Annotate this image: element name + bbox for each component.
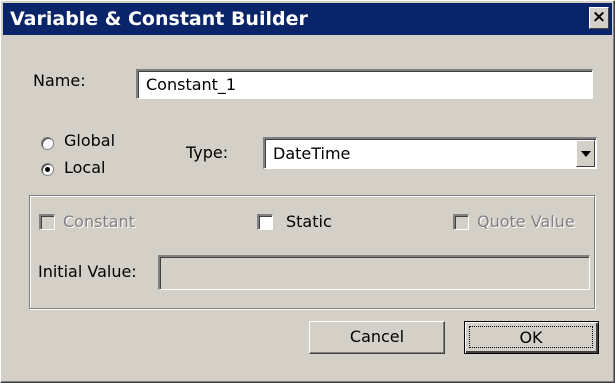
ok-focus-rect: OK [469, 326, 593, 348]
constant-checkbox [39, 214, 55, 230]
radio-global-label[interactable]: Global [64, 131, 115, 150]
type-label: Type: [186, 143, 229, 162]
quote-value-label: Quote Value [477, 212, 575, 231]
close-icon: × [591, 7, 607, 27]
initial-value-input [158, 255, 590, 290]
radio-local-label[interactable]: Local [64, 158, 105, 177]
radio-global-circle[interactable] [41, 137, 54, 150]
type-select[interactable]: DateTime [263, 137, 597, 169]
dropdown-button[interactable] [576, 140, 595, 167]
initial-value-label: Initial Value: [38, 262, 137, 281]
name-input[interactable]: Constant_1 [136, 69, 593, 99]
radio-selected-dot [45, 167, 50, 172]
static-label[interactable]: Static [286, 212, 332, 231]
chevron-down-icon [581, 151, 591, 157]
type-select-value: DateTime [273, 144, 351, 163]
static-checkbox[interactable] [257, 214, 273, 230]
dialog-window: Variable & Constant Builder × Name: Cons… [0, 0, 615, 383]
close-button[interactable]: × [589, 7, 609, 29]
name-label: Name: [33, 71, 86, 90]
radio-local-circle[interactable] [41, 163, 54, 176]
ok-button[interactable]: OK [464, 321, 599, 354]
constant-label: Constant [63, 212, 135, 231]
window-title: Variable & Constant Builder [10, 8, 308, 30]
title-bar[interactable]: Variable & Constant Builder × [3, 3, 612, 35]
cancel-button[interactable]: Cancel [309, 321, 445, 354]
quote-value-checkbox [453, 214, 469, 230]
